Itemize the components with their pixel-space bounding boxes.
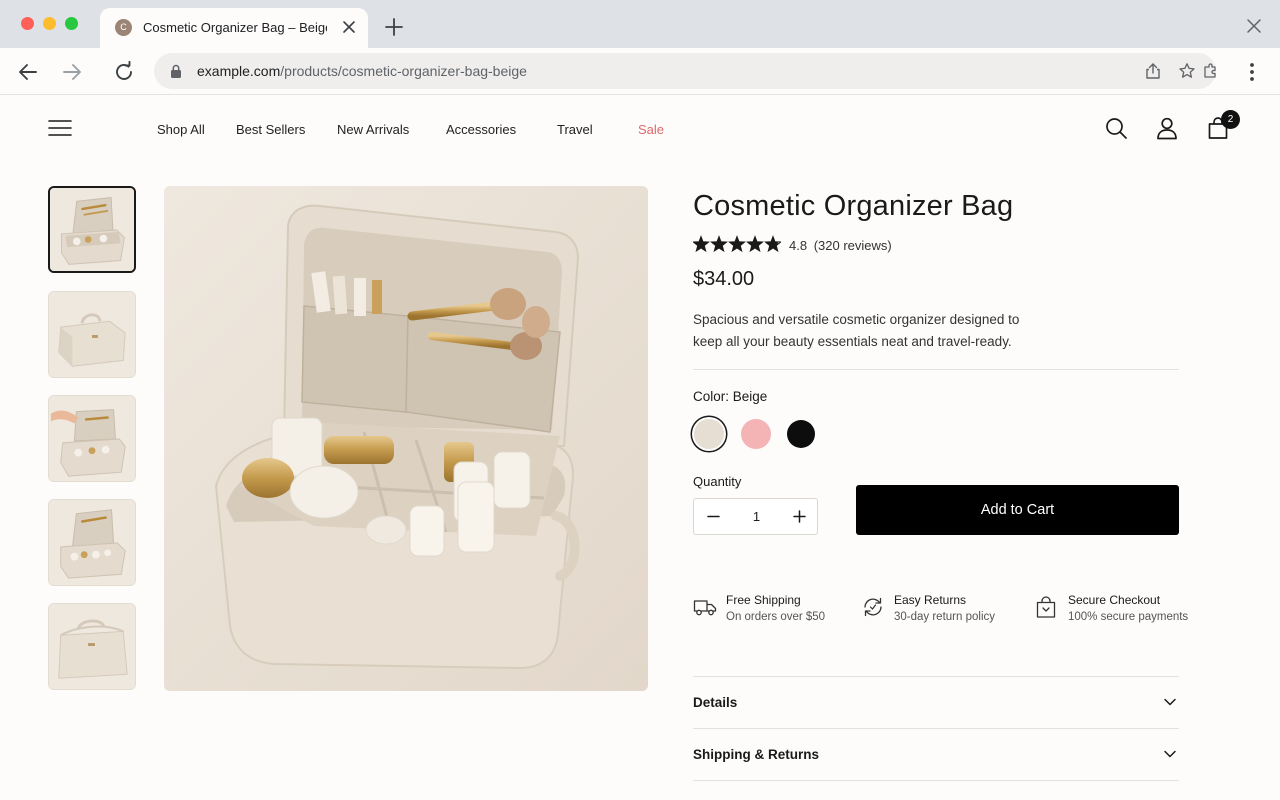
star-icon — [728, 235, 746, 253]
product-photo — [164, 186, 648, 691]
browser-tab-active[interactable]: C Cosmetic Organizer Bag – Beige — [100, 8, 368, 48]
add-to-cart-button[interactable]: Add to Cart — [856, 485, 1179, 535]
main-product-image[interactable] — [164, 186, 648, 691]
star-icon — [746, 235, 764, 253]
quantity-stepper: 1 — [693, 498, 818, 535]
window-minimize-dot[interactable] — [43, 17, 56, 30]
thumbnail-1[interactable] — [48, 186, 136, 273]
product-price: $34.00 — [693, 268, 755, 290]
lock-icon — [171, 64, 181, 78]
color-swatch-beige[interactable] — [694, 419, 724, 449]
accordion-details[interactable]: Details — [693, 677, 1179, 728]
account-icon[interactable] — [1155, 116, 1179, 140]
feature-subtitle: 30-day return policy — [894, 611, 995, 623]
tab-favicon-icon: C — [115, 19, 132, 36]
share-icon[interactable] — [1144, 62, 1162, 80]
feature-subtitle: 100% secure payments — [1068, 611, 1189, 623]
url-path: /products/cosmetic-organizer-bag-beige — [280, 63, 527, 79]
window-maximize-dot[interactable] — [65, 17, 78, 30]
site-header: Shop All Best Sellers New Arrivals Acces… — [0, 96, 1280, 162]
feature-subtitle: On orders over $50 — [726, 611, 826, 623]
browser-tab-bar: C Cosmetic Organizer Bag – Beige — [0, 0, 1280, 48]
nav-accessories[interactable]: Accessories — [446, 122, 516, 137]
thumbnail-5[interactable] — [48, 603, 136, 690]
star-icon — [693, 235, 710, 253]
color-swatch-black[interactable] — [787, 420, 815, 448]
nav-sale[interactable]: Sale — [638, 122, 664, 137]
accordion-shipping-returns[interactable]: Shipping & Returns — [693, 729, 1179, 780]
thumbnail-image — [49, 292, 135, 377]
thumbnail-image — [50, 188, 134, 271]
nav-best-sellers[interactable]: Best Sellers — [236, 122, 305, 137]
thumbnail-image — [49, 604, 135, 689]
color-swatch-pink[interactable] — [741, 419, 771, 449]
bookmark-star-icon[interactable] — [1178, 62, 1196, 80]
feature-title: Secure Checkout — [1068, 593, 1161, 607]
hamburger-menu-icon[interactable] — [48, 118, 72, 138]
rating-stars-icon — [693, 235, 781, 253]
search-icon[interactable] — [1104, 116, 1128, 140]
quantity-label: Quantity — [693, 474, 742, 489]
rating-summary[interactable]: 4.8 (320 reviews) — [789, 238, 892, 253]
browser-toolbar: example.com/products/cosmetic-organizer-… — [0, 48, 1280, 95]
address-bar[interactable]: example.com/products/cosmetic-organizer-… — [154, 53, 1216, 89]
url-host: example.com — [197, 63, 281, 79]
product-description: Spacious and versatile cosmetic organize… — [693, 312, 1020, 349]
url-text[interactable]: example.com/products/cosmetic-organizer-… — [197, 63, 527, 79]
thumbnail-4[interactable] — [48, 499, 136, 586]
feature-title: Free Shipping — [726, 593, 801, 607]
thumbnail-image — [49, 500, 135, 585]
back-arrow-icon[interactable] — [16, 60, 40, 84]
nav-travel[interactable]: Travel — [557, 122, 593, 137]
cart-count-badge: 2 — [1221, 110, 1240, 129]
rating-value: 4.8 — [789, 238, 808, 253]
product-title: Cosmetic Organizer Bag — [693, 190, 1014, 222]
color-label: Color: Beige — [693, 389, 768, 404]
accordion-label: Shipping & Returns — [693, 747, 819, 762]
browser-menu-icon[interactable] — [1242, 60, 1262, 84]
new-tab-icon[interactable] — [383, 16, 405, 38]
thumbnail-2[interactable] — [48, 291, 136, 378]
divider — [693, 780, 1179, 781]
plus-icon[interactable] — [791, 508, 808, 525]
truck-icon — [693, 600, 717, 616]
returns-icon — [864, 597, 882, 617]
close-window-icon[interactable] — [1244, 16, 1264, 36]
thumbnail-3[interactable] — [48, 395, 136, 482]
feature-title: Easy Returns — [894, 593, 967, 607]
star-icon — [710, 235, 728, 253]
chevron-down-icon — [1164, 750, 1176, 758]
thumbnail-image — [49, 396, 135, 481]
review-count[interactable]: (320 reviews) — [814, 238, 892, 253]
chevron-down-icon — [1164, 698, 1176, 706]
reload-icon[interactable] — [112, 60, 136, 84]
accordion-label: Details — [693, 695, 738, 710]
nav-new-arrivals[interactable]: New Arrivals — [337, 122, 409, 137]
tab-title: Cosmetic Organizer Bag – Beige — [143, 20, 327, 35]
nav-shop-all[interactable]: Shop All — [157, 122, 205, 137]
extensions-icon[interactable] — [1202, 62, 1220, 80]
forward-arrow-icon[interactable] — [60, 60, 84, 84]
tab-close-icon[interactable] — [340, 18, 358, 36]
divider — [693, 369, 1179, 370]
shopping-bag-icon — [1036, 596, 1056, 618]
window-close-dot[interactable] — [21, 17, 34, 30]
